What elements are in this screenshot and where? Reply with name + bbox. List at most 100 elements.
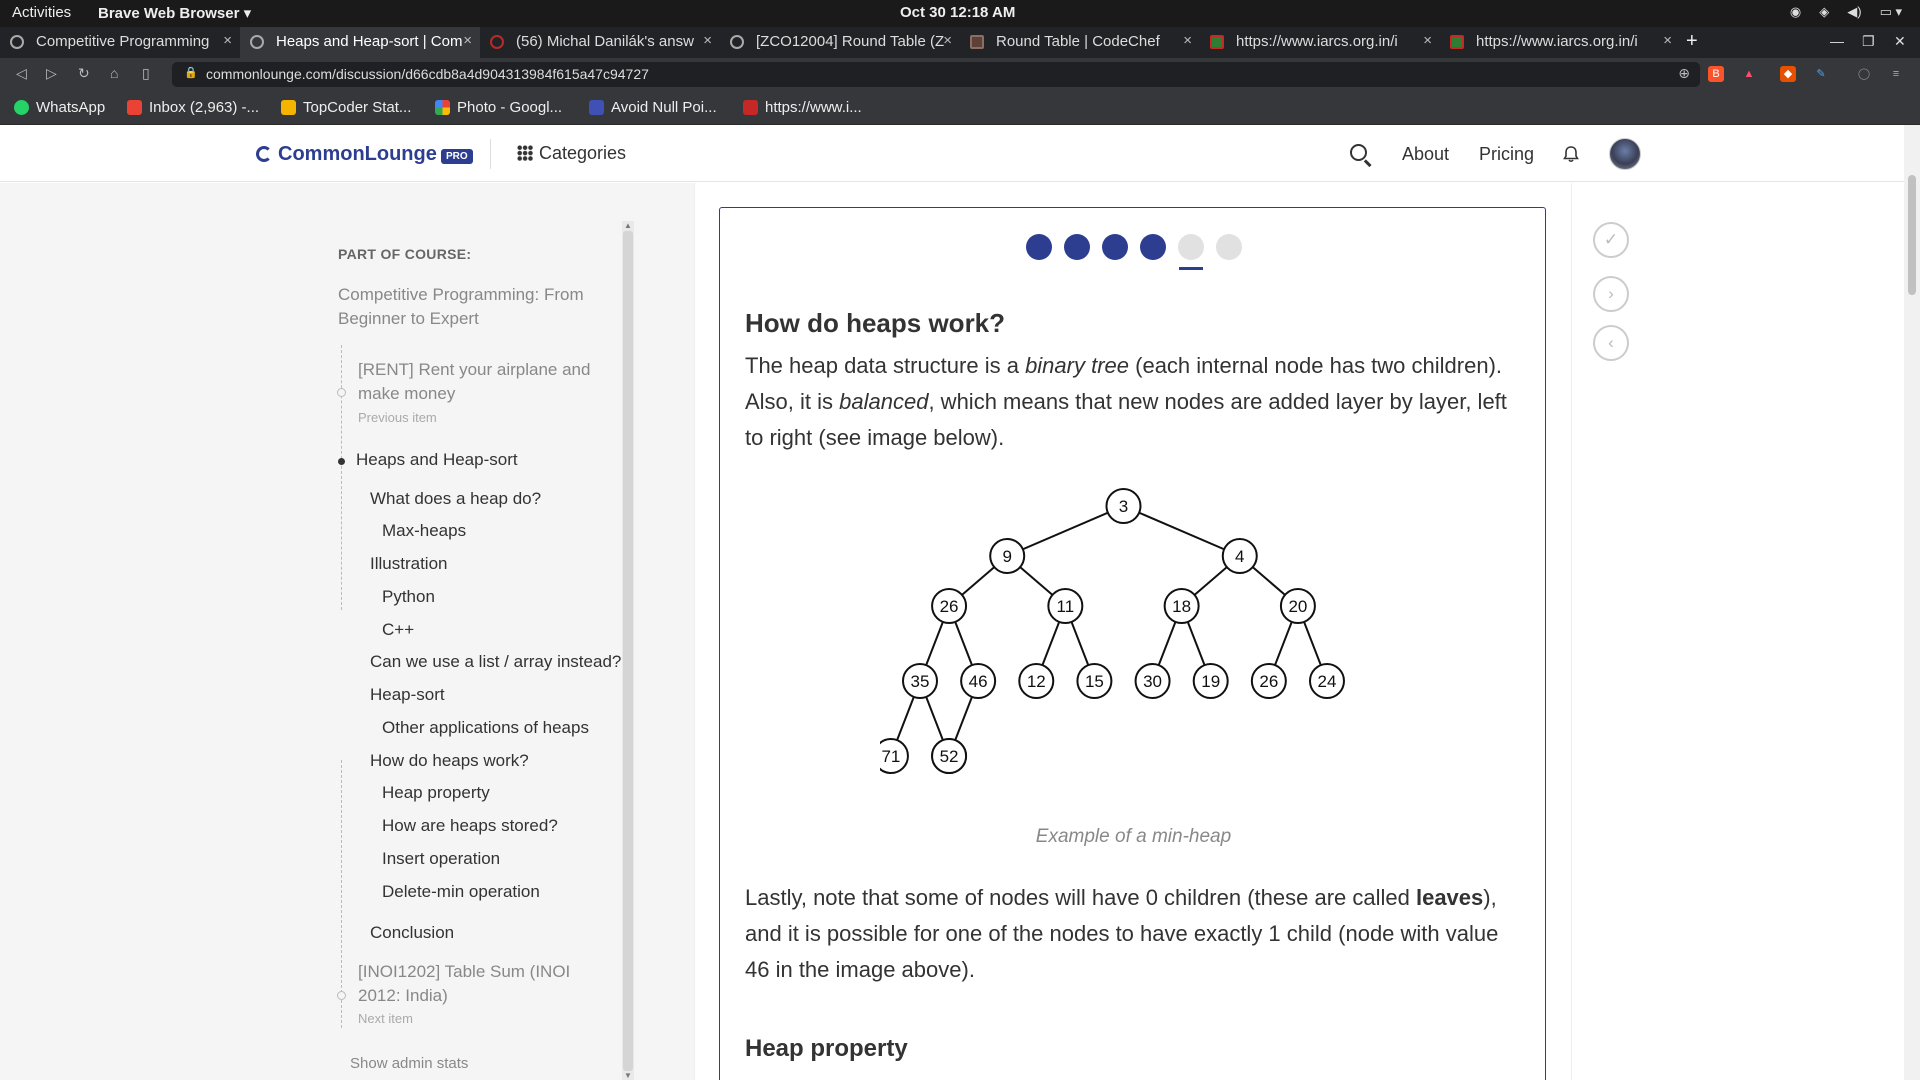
bookmark-whatsapp[interactable]: WhatsApp [14, 99, 105, 116]
page-scrollbar[interactable] [1904, 125, 1920, 1080]
outline-item[interactable]: Max-heaps [382, 521, 466, 541]
browser-tab[interactable]: [ZCO12004] Round Table (Z × [720, 27, 960, 58]
progress-dot[interactable] [1216, 234, 1242, 260]
outline-item[interactable]: Can we use a list / array instead? [370, 652, 621, 672]
close-icon[interactable]: × [1183, 32, 1192, 49]
progress-dot[interactable] [1102, 234, 1128, 260]
outline-item[interactable]: Heap-sort [370, 685, 445, 705]
scroll-down-icon[interactable]: ▼ [624, 1071, 632, 1080]
part-of-course-label: PART OF COURSE: [338, 246, 472, 262]
current-item-link[interactable]: Heaps and Heap-sort [356, 450, 518, 470]
bookmark-gmail[interactable]: Inbox (2,963) -... [127, 99, 259, 116]
minimize-icon[interactable]: — [1830, 33, 1844, 49]
logo-icon [256, 146, 272, 162]
reload-icon[interactable]: ↻ [78, 65, 90, 82]
grid-icon [517, 145, 533, 161]
close-icon[interactable]: × [1423, 32, 1432, 49]
section-heading: How do heaps work? [745, 308, 1006, 338]
browser-tab[interactable]: Competitive Programming × [0, 27, 240, 58]
tree-node-label: 71 [881, 747, 900, 766]
course-title-link[interactable]: Competitive Programming: From Beginner t… [338, 283, 608, 331]
commonlounge-logo[interactable]: CommonLounge [256, 143, 437, 166]
tree-node-label: 26 [940, 597, 959, 616]
next-item-link[interactable]: [INOI1202] Table Sum (INOI 2012: India) [358, 960, 608, 1008]
progress-dot[interactable] [1064, 234, 1090, 260]
bookmark-photos[interactable]: Photo - Googl... [435, 99, 562, 116]
close-icon[interactable]: × [463, 32, 472, 49]
page-scrollbar-thumb[interactable] [1908, 175, 1916, 295]
progress-dot[interactable] [1140, 234, 1166, 260]
address-bar[interactable]: 🔒 commonlounge.com/discussion/d66cdb8a4d… [172, 62, 1700, 87]
window-close-icon[interactable]: ✕ [1894, 33, 1906, 50]
lock-icon[interactable]: 🔒 [184, 66, 198, 79]
show-admin-stats-link[interactable]: Show admin stats [350, 1055, 468, 1072]
tree-node-label: 15 [1085, 672, 1104, 691]
close-icon[interactable]: × [943, 32, 952, 49]
search-icon[interactable] [1350, 144, 1367, 161]
user-avatar[interactable] [1609, 138, 1641, 170]
scroll-up-icon[interactable]: ▲ [624, 221, 632, 230]
volume-icon[interactable]: ◀) [1847, 4, 1861, 20]
outline-item[interactable]: Other applications of heaps [382, 718, 589, 738]
restore-icon[interactable]: ❐ [1862, 33, 1875, 50]
close-icon[interactable]: × [223, 32, 232, 49]
outline-item[interactable]: Heap property [382, 783, 490, 803]
outline-item[interactable]: C++ [382, 620, 414, 640]
close-icon[interactable]: × [703, 32, 712, 49]
brave-rewards-icon[interactable]: ▲ [1741, 66, 1757, 82]
outline-item[interactable]: How are heaps stored? [382, 816, 558, 836]
progress-dot[interactable] [1026, 234, 1052, 260]
back-icon[interactable]: ◁ [16, 65, 27, 82]
bookmark-icon[interactable]: ▯ [142, 65, 150, 82]
browser-tab[interactable]: Round Table | CodeChef × [960, 27, 1200, 58]
outline-item[interactable]: Delete-min operation [382, 882, 540, 902]
activities-button[interactable]: Activities [12, 4, 71, 21]
paragraph-leaves: Lastly, note that some of nodes will hav… [745, 880, 1525, 988]
emphasis-balanced: balanced [839, 389, 929, 414]
app-menu[interactable]: Brave Web Browser ▾ [98, 4, 251, 22]
bookmark-iarcs[interactable]: https://www.i... [743, 99, 862, 116]
nav-about-link[interactable]: About [1402, 144, 1449, 165]
browser-tab[interactable]: https://www.iarcs.org.in/i × [1440, 27, 1680, 58]
outline-item[interactable]: Illustration [370, 554, 447, 574]
browser-tab[interactable]: https://www.iarcs.org.in/i × [1200, 27, 1440, 58]
extension-icon[interactable]: ◆ [1780, 66, 1796, 82]
accessibility-icon[interactable]: ◉ [1790, 4, 1801, 20]
bookmark-topcoder[interactable]: TopCoder Stat... [281, 99, 411, 116]
new-tab-button[interactable]: + [1686, 30, 1698, 53]
outline-item[interactable]: Python [382, 587, 435, 607]
categories-button[interactable]: Categories [517, 143, 626, 164]
system-clock[interactable]: Oct 30 12:18 AM [900, 4, 1015, 21]
outline-item[interactable]: Insert operation [382, 849, 500, 869]
profile-icon[interactable]: ◯ [1856, 66, 1872, 82]
system-tray[interactable]: ◉ ◈ ◀) ▭ ▾ [1790, 4, 1902, 20]
nav-pricing-link[interactable]: Pricing [1479, 144, 1534, 165]
bookmark-label: https://www.i... [765, 99, 862, 116]
battery-icon[interactable]: ▭ ▾ [1880, 4, 1902, 20]
previous-item-link[interactable]: [RENT] Rent your airplane and make money [358, 358, 608, 406]
mark-complete-icon[interactable]: ✓ [1593, 222, 1629, 258]
loading-icon [730, 35, 744, 49]
menu-icon[interactable]: ≡ [1888, 66, 1904, 82]
network-icon[interactable]: ◈ [1819, 4, 1829, 20]
sidebar-scrollbar[interactable]: ▲ ▼ [622, 221, 634, 1080]
browser-tab[interactable]: (56) Michal Danilák's answ × [480, 27, 720, 58]
brave-shields-icon[interactable]: B [1708, 66, 1724, 82]
outline-item[interactable]: How do heaps work? [370, 751, 529, 771]
pen-extension-icon[interactable]: ✎ [1813, 66, 1829, 82]
close-icon[interactable]: × [1663, 32, 1672, 49]
home-icon[interactable]: ⌂ [110, 65, 118, 81]
bookmark-label: WhatsApp [36, 99, 106, 116]
scrollbar-thumb[interactable] [623, 231, 633, 1071]
previous-section-icon[interactable]: ‹ [1593, 325, 1629, 361]
browser-tab-active[interactable]: Heaps and Heap-sort | Com × [240, 27, 480, 58]
forward-icon[interactable]: ▷ [46, 65, 57, 82]
outline-item[interactable]: Conclusion [370, 923, 454, 943]
zoom-icon[interactable]: ⊕ [1678, 65, 1690, 82]
progress-dot-current[interactable] [1178, 234, 1204, 270]
next-section-icon[interactable]: › [1593, 276, 1629, 312]
bell-icon[interactable] [1562, 145, 1580, 163]
outline-item[interactable]: What does a heap do? [370, 489, 541, 509]
header-divider [490, 139, 491, 169]
bookmark-avoid-null[interactable]: Avoid Null Poi... [589, 99, 717, 116]
